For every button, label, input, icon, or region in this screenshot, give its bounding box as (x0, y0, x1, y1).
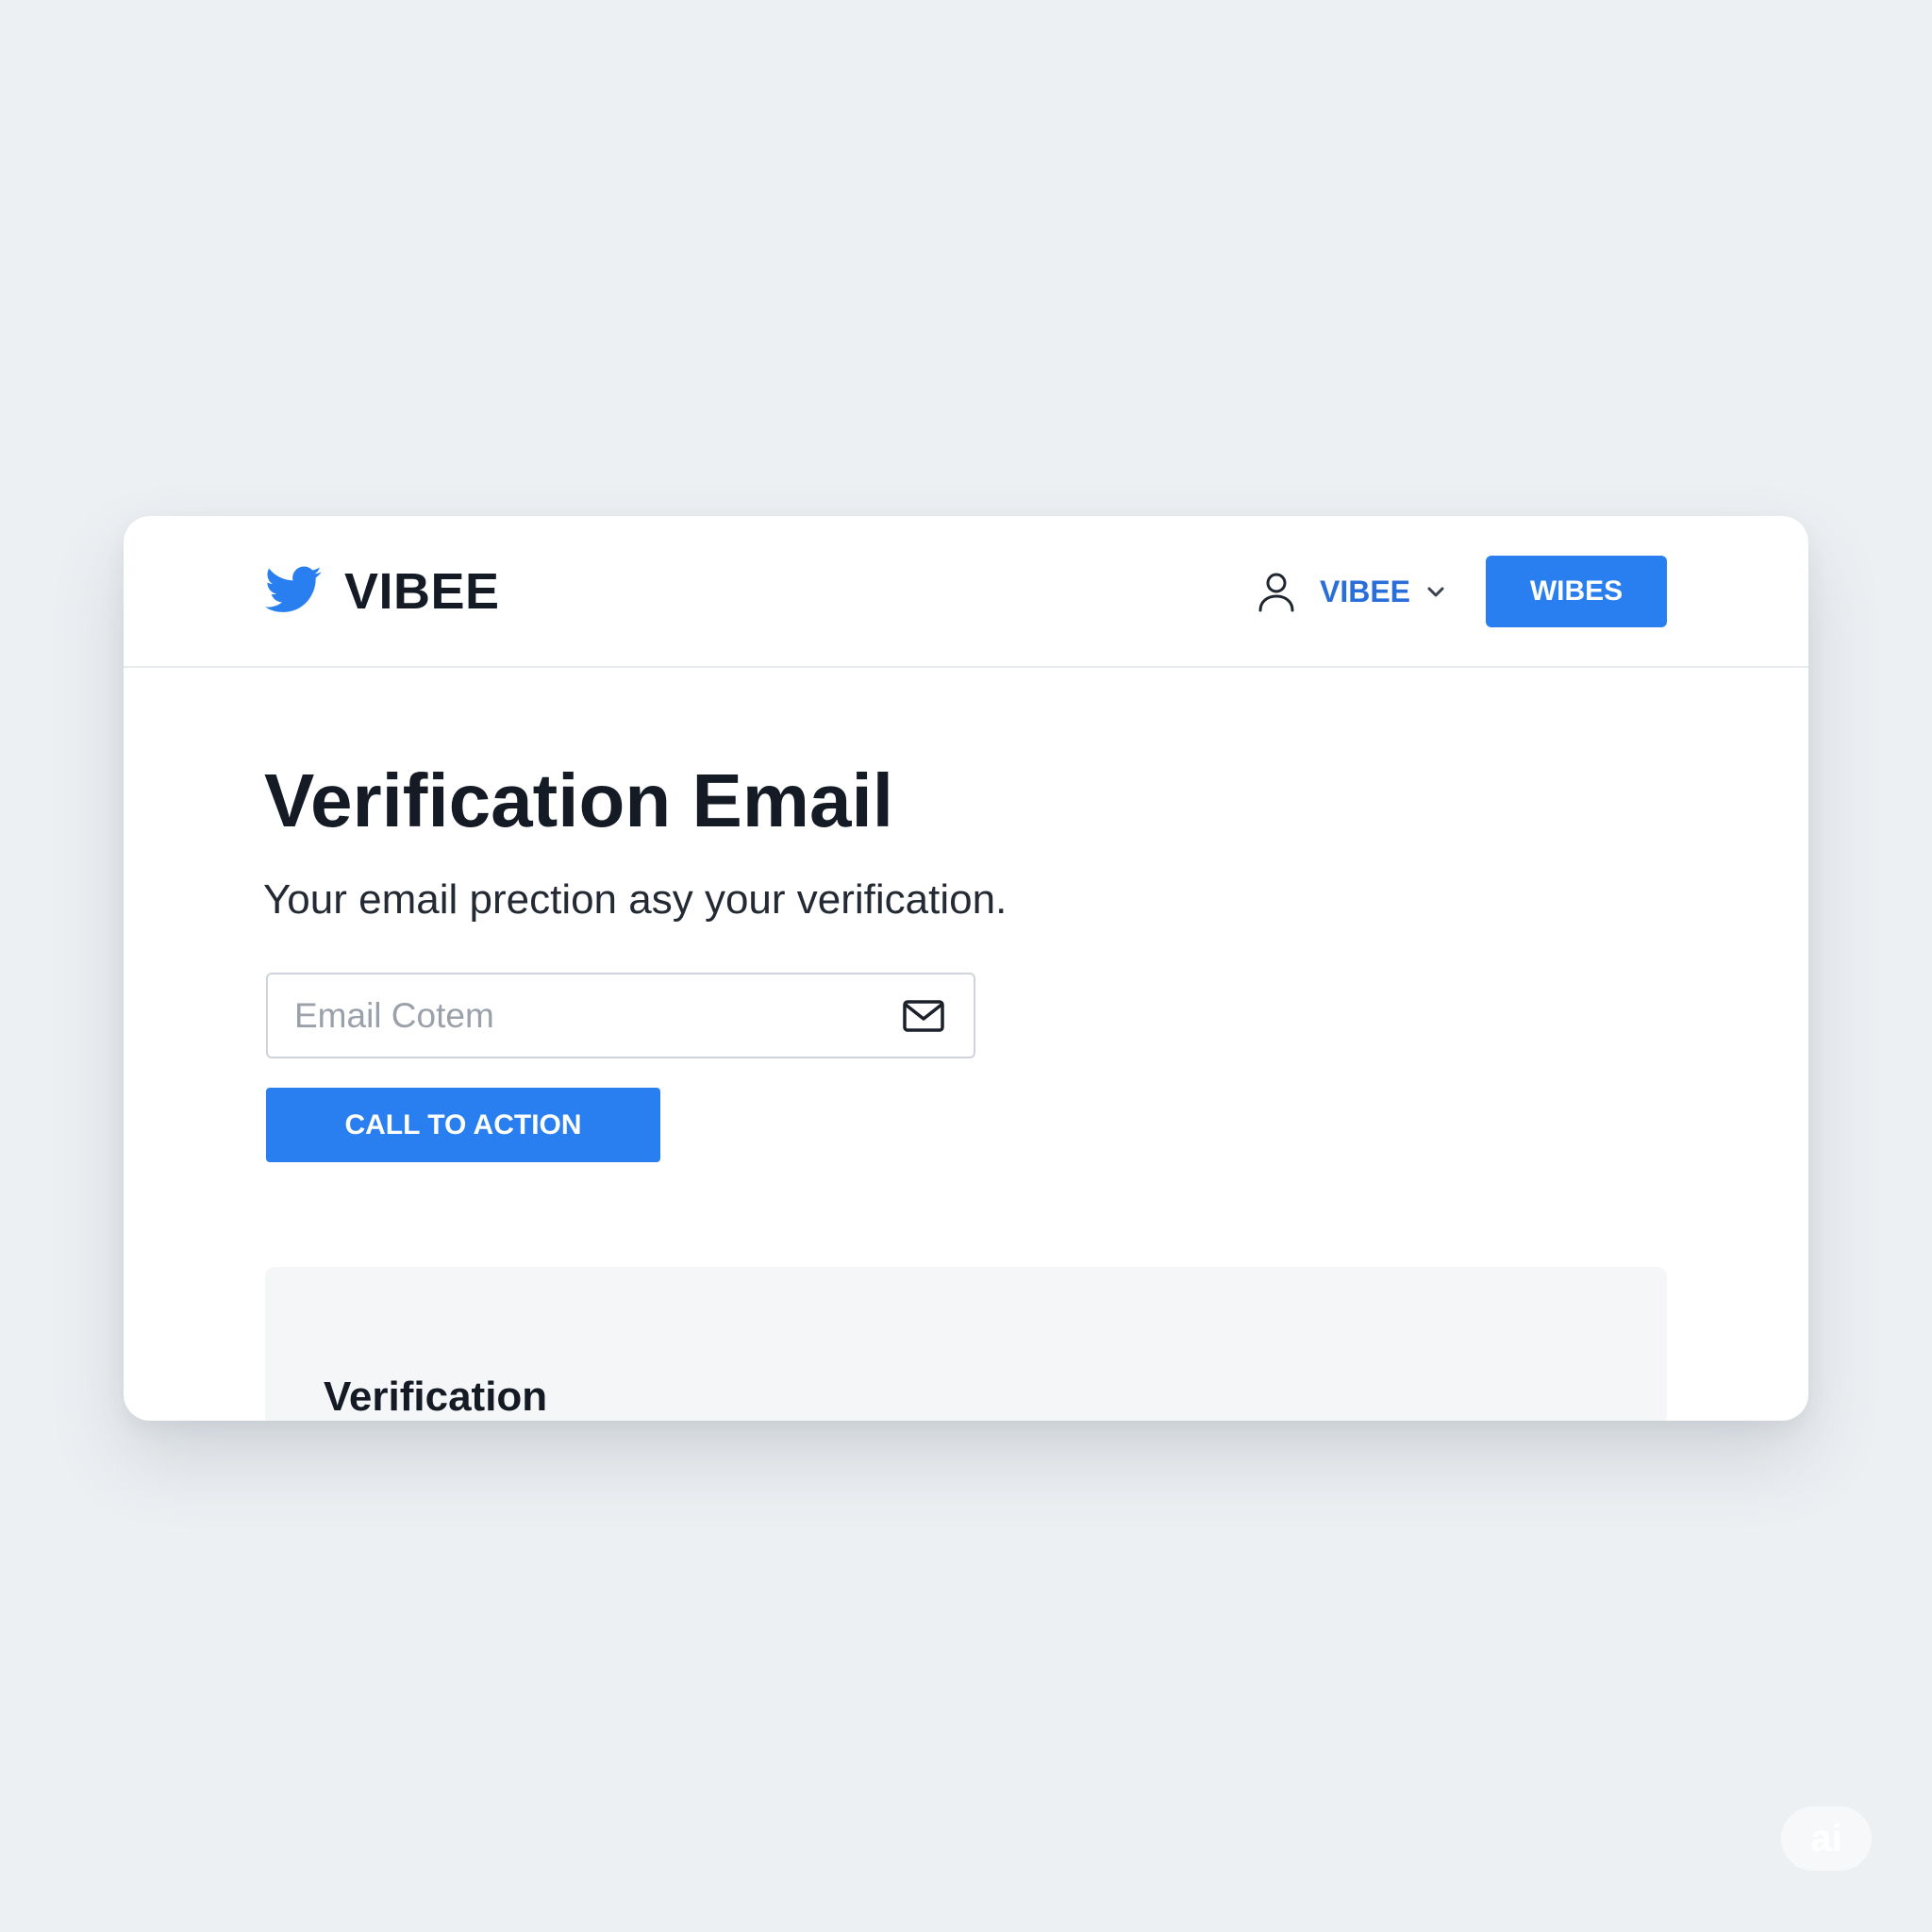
call-to-action-button[interactable]: CALL TO ACTION (266, 1088, 660, 1162)
bird-icon (263, 563, 327, 620)
chevron-down-icon (1424, 579, 1448, 604)
header-action-button[interactable]: WIBES (1486, 556, 1667, 627)
header-actions: VIBEE WIBES (1254, 556, 1667, 627)
app-header: VIBEE VIBEE WIBES (124, 516, 1808, 668)
brand-name: VIBEE (344, 563, 500, 620)
user-menu-label: VIBEE (1319, 574, 1410, 608)
verification-panel: Verification (265, 1267, 1667, 1421)
mail-icon (902, 997, 945, 1035)
page-title: Verification Email (264, 758, 893, 842)
email-input[interactable] (268, 974, 902, 1057)
user-menu[interactable]: VIBEE (1254, 569, 1448, 614)
email-field[interactable] (266, 973, 975, 1058)
user-icon (1254, 569, 1299, 614)
ai-watermark-label: ai (1810, 1817, 1842, 1859)
verification-card: VIBEE VIBEE WIBES Verification Email You… (124, 516, 1808, 1421)
brand[interactable]: VIBEE (263, 563, 500, 620)
ai-watermark: ai (1781, 1807, 1872, 1871)
panel-heading: Verification (324, 1374, 548, 1420)
page-subtitle: Your email prection asy your verificatio… (263, 876, 1008, 923)
